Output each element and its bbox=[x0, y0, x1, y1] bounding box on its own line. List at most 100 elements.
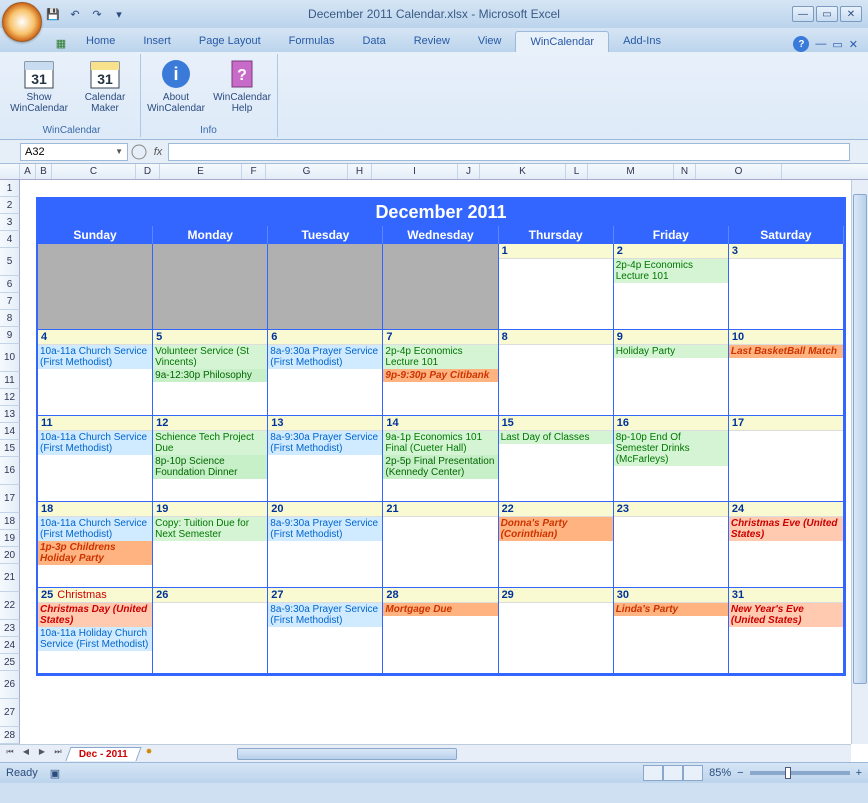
ribbon-tab-add-ins[interactable]: Add-Ins bbox=[609, 31, 675, 52]
tab-nav-prev[interactable]: ◀ bbox=[18, 747, 34, 761]
zoom-slider[interactable] bbox=[750, 771, 850, 775]
fx-icon[interactable]: fx bbox=[148, 146, 168, 158]
calendar-cell[interactable]: 25Christmas Christmas Day (United States… bbox=[38, 588, 153, 674]
row-header[interactable]: 13 bbox=[0, 406, 20, 423]
zoom-in-button[interactable]: + bbox=[856, 767, 862, 779]
maximize-button[interactable]: ▭ bbox=[816, 6, 838, 22]
min-ribbon-icon[interactable]: — bbox=[815, 38, 826, 50]
sheet-tab-active[interactable]: Dec - 2011 bbox=[65, 747, 141, 761]
row-header[interactable]: 8 bbox=[0, 310, 20, 327]
calendar-cell[interactable]: 12 Schience Tech Project Due8p-10p Scien… bbox=[153, 416, 268, 502]
calendar-cell[interactable]: 149a-1p Economics 101 Final (Cueter Hall… bbox=[383, 416, 498, 502]
save-icon[interactable]: 💾 bbox=[44, 5, 62, 23]
row-headers[interactable]: 1234567891011121314151617181920212223242… bbox=[0, 180, 20, 762]
scrollbar-thumb[interactable] bbox=[853, 194, 867, 684]
page-layout-view-button[interactable] bbox=[663, 765, 683, 781]
calendar-event[interactable]: Last BasketBall Match bbox=[729, 345, 843, 358]
calendar-cell[interactable]: 168p-10p End Of Semester Drinks (McFarle… bbox=[614, 416, 729, 502]
redo-icon[interactable]: ↷ bbox=[88, 5, 106, 23]
new-sheet-icon[interactable]: ✸ bbox=[141, 747, 157, 761]
row-header[interactable]: 18 bbox=[0, 513, 20, 530]
col-header[interactable]: F bbox=[242, 164, 266, 179]
about-wincalendar-button[interactable]: i About WinCalendar bbox=[147, 56, 205, 123]
col-header[interactable]: O bbox=[696, 164, 782, 179]
row-header[interactable]: 25 bbox=[0, 654, 20, 671]
calendar-event[interactable]: 9a-12:30p Philosophy bbox=[153, 369, 267, 382]
row-header[interactable]: 19 bbox=[0, 530, 20, 547]
calendar-cell[interactable]: 21 bbox=[383, 502, 498, 588]
row-header[interactable]: 3 bbox=[0, 214, 20, 231]
ribbon-tab-data[interactable]: Data bbox=[348, 31, 399, 52]
calendar-event[interactable]: Donna's Party (Corinthian) bbox=[499, 517, 613, 541]
row-header[interactable]: 11 bbox=[0, 372, 20, 389]
row-header[interactable]: 15 bbox=[0, 440, 20, 457]
row-header[interactable]: 21 bbox=[0, 564, 20, 592]
calendar-cell[interactable]: 29 bbox=[499, 588, 614, 674]
row-header[interactable]: 28 bbox=[0, 727, 20, 744]
zoom-out-button[interactable]: − bbox=[737, 767, 743, 779]
row-header[interactable]: 12 bbox=[0, 389, 20, 406]
scrollbar-thumb[interactable] bbox=[237, 748, 457, 760]
row-header[interactable]: 26 bbox=[0, 671, 20, 699]
horizontal-scrollbar[interactable] bbox=[237, 747, 851, 761]
name-box[interactable]: A32 ▼ bbox=[20, 143, 128, 161]
ribbon-tab-insert[interactable]: Insert bbox=[129, 31, 185, 52]
page-break-view-button[interactable] bbox=[683, 765, 703, 781]
col-header[interactable]: M bbox=[588, 164, 674, 179]
calendar-event[interactable]: Christmas Eve (United States) bbox=[729, 517, 843, 541]
calendar-event[interactable]: 2p-5p Final Presentation (Kennedy Center… bbox=[383, 455, 497, 479]
tab-nav-next[interactable]: ▶ bbox=[34, 747, 50, 761]
calendar-cell[interactable]: 17 bbox=[729, 416, 844, 502]
row-header[interactable]: 4 bbox=[0, 231, 20, 248]
row-header[interactable]: 23 bbox=[0, 620, 20, 637]
ribbon-tab-page-layout[interactable]: Page Layout bbox=[185, 31, 275, 52]
calendar-cell[interactable]: 278a-9:30a Prayer Service (First Methodi… bbox=[268, 588, 383, 674]
office-button[interactable] bbox=[2, 2, 42, 42]
row-header[interactable]: 24 bbox=[0, 637, 20, 654]
row-header[interactable]: 16 bbox=[0, 457, 20, 485]
calendar-event[interactable]: 2p-4p Economics Lecture 101 bbox=[614, 259, 728, 283]
row-header[interactable]: 22 bbox=[0, 592, 20, 620]
calendar-event[interactable]: 10a-11a Holiday Church Service (First Me… bbox=[38, 627, 152, 651]
calendar-event[interactable]: 10a-11a Church Service (First Methodist) bbox=[38, 431, 152, 455]
calendar-event[interactable]: Mortgage Due bbox=[383, 603, 497, 616]
calendar-cell[interactable]: 410a-11a Church Service (First Methodist… bbox=[38, 330, 153, 416]
calendar-cell[interactable] bbox=[383, 244, 498, 330]
calendar-maker-button[interactable]: 31 Calendar Maker bbox=[76, 56, 134, 123]
calendar-cell[interactable]: 68a-9:30a Prayer Service (First Methodis… bbox=[268, 330, 383, 416]
show-wincalendar-button[interactable]: 31 Show WinCalendar bbox=[10, 56, 68, 123]
calendar-cell[interactable]: 9 Holiday Party bbox=[614, 330, 729, 416]
calendar-cell[interactable]: 8 bbox=[499, 330, 614, 416]
calendar-cell[interactable]: 1810a-11a Church Service (First Methodis… bbox=[38, 502, 153, 588]
calendar-event[interactable]: 8a-9:30a Prayer Service (First Methodist… bbox=[268, 345, 382, 369]
tab-nav-last[interactable]: ⏭ bbox=[50, 747, 66, 761]
calendar-event[interactable]: Schience Tech Project Due bbox=[153, 431, 267, 455]
calendar-event[interactable]: Copy: Tuition Due for Next Semester bbox=[153, 517, 267, 541]
calendar-cell[interactable]: 19 Copy: Tuition Due for Next Semester bbox=[153, 502, 268, 588]
col-header[interactable]: B bbox=[36, 164, 52, 179]
calendar-event[interactable]: Linda's Party bbox=[614, 603, 728, 616]
ribbon-tab-formulas[interactable]: Formulas bbox=[275, 31, 349, 52]
row-header[interactable]: 10 bbox=[0, 344, 20, 372]
calendar-event[interactable]: New Year's Eve (United States) bbox=[729, 603, 843, 627]
calendar-cell[interactable]: 24 Christmas Eve (United States) bbox=[729, 502, 844, 588]
minimize-button[interactable]: — bbox=[792, 6, 814, 22]
worksheet-grid[interactable]: ABCDEFGHIJKLMNO 123456789101112131415161… bbox=[0, 164, 868, 762]
close-workbook-icon[interactable]: ✕ bbox=[849, 38, 858, 51]
calendar-cell[interactable]: 138a-9:30a Prayer Service (First Methodi… bbox=[268, 416, 383, 502]
ribbon-tab-review[interactable]: Review bbox=[400, 31, 464, 52]
col-header[interactable]: A bbox=[20, 164, 36, 179]
calendar-event[interactable]: 2p-4p Economics Lecture 101 bbox=[383, 345, 497, 369]
calendar-cell[interactable]: 10 Last BasketBall Match bbox=[729, 330, 844, 416]
col-header[interactable]: N bbox=[674, 164, 696, 179]
calendar-cell[interactable]: 22 Donna's Party (Corinthian) bbox=[499, 502, 614, 588]
calendar-cell[interactable]: 23 bbox=[614, 502, 729, 588]
calendar-cell[interactable]: 26 bbox=[153, 588, 268, 674]
col-header[interactable]: K bbox=[480, 164, 566, 179]
row-header[interactable]: 20 bbox=[0, 547, 20, 564]
wincalendar-help-button[interactable]: ? WinCalendar Help bbox=[213, 56, 271, 123]
ribbon-tab-view[interactable]: View bbox=[464, 31, 516, 52]
zoom-thumb[interactable] bbox=[785, 767, 791, 779]
col-header[interactable]: J bbox=[458, 164, 480, 179]
calendar-cell[interactable]: 1110a-11a Church Service (First Methodis… bbox=[38, 416, 153, 502]
